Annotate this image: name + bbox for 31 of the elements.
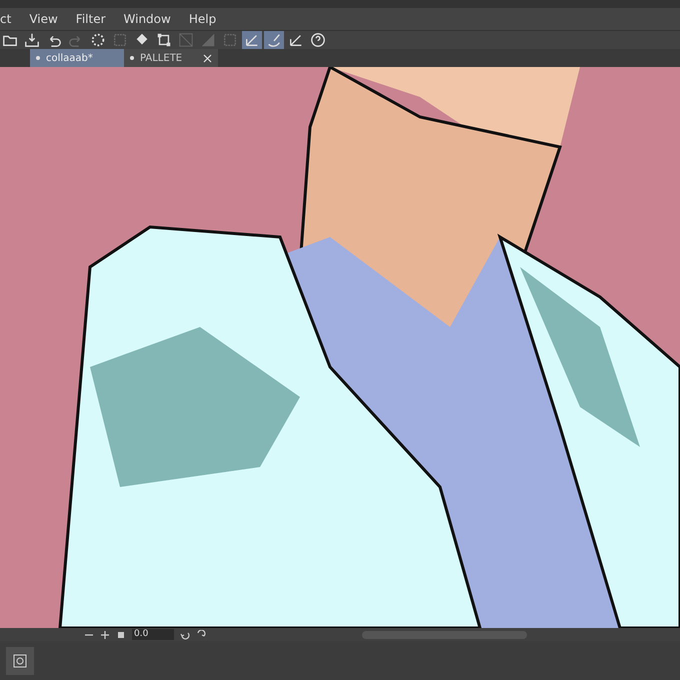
curve-icon — [266, 32, 282, 48]
dot-icon — [36, 56, 40, 60]
triangle-icon — [200, 32, 216, 48]
save-icon — [24, 32, 40, 48]
navigator-button[interactable] — [6, 647, 34, 675]
square-icon[interactable] — [116, 630, 126, 640]
toolbar-button[interactable] — [308, 31, 328, 49]
select-icon — [90, 32, 106, 48]
document-tab[interactable]: PALLETE — [124, 49, 218, 67]
menu-item[interactable]: ct — [0, 12, 20, 26]
tab-label: PALLETE — [140, 52, 182, 64]
menu-item[interactable]: Filter — [66, 12, 115, 26]
toolbar-button[interactable] — [22, 31, 42, 49]
menu-item[interactable]: Window — [114, 12, 180, 26]
toolbar-button[interactable] — [242, 31, 262, 49]
menu-item[interactable]: View — [20, 12, 67, 26]
square-icon — [222, 32, 238, 48]
plus-icon[interactable] — [100, 630, 110, 640]
help-icon — [310, 32, 326, 48]
toolbar-button[interactable] — [264, 31, 284, 49]
target-icon — [11, 652, 29, 670]
zoom-field[interactable]: 0.0 — [132, 629, 174, 640]
transform-icon — [156, 32, 172, 48]
tab-label: collaaab* — [46, 52, 93, 64]
rotate-right-icon[interactable] — [196, 630, 206, 640]
document-tab[interactable]: collaaab* — [30, 49, 124, 67]
diagonal-icon — [178, 32, 194, 48]
square-icon — [112, 32, 128, 48]
dot-icon — [130, 56, 134, 60]
close-icon[interactable] — [203, 54, 212, 62]
menu-item[interactable]: Help — [180, 12, 226, 26]
